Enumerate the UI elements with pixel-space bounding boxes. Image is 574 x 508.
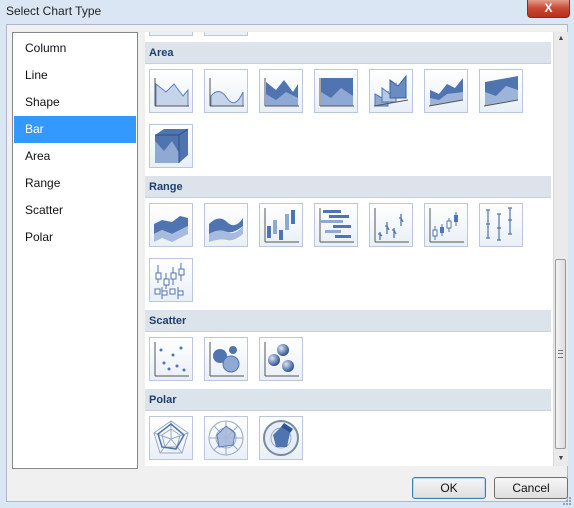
close-button[interactable]: X bbox=[527, 0, 570, 18]
category-item-bar[interactable]: Bar bbox=[14, 116, 136, 143]
resize-grip-icon[interactable] bbox=[562, 496, 572, 506]
polar-3d-chart-icon[interactable] bbox=[259, 416, 303, 460]
area-3d-chart-icon[interactable] bbox=[369, 69, 413, 113]
category-item-polar[interactable]: Polar bbox=[14, 224, 136, 251]
section-header-range: Range bbox=[145, 176, 551, 198]
chart-type-gallery: Area Range Scatter Polar bbox=[145, 32, 553, 466]
candlestick-chart-icon[interactable] bbox=[424, 203, 468, 247]
category-item-scatter[interactable]: Scatter bbox=[14, 197, 136, 224]
box-plot-chart-icon[interactable] bbox=[149, 258, 193, 302]
scroll-down-icon[interactable]: ▼ bbox=[554, 452, 568, 466]
category-item-range[interactable]: Range bbox=[14, 170, 136, 197]
stacked-area-3d-chart-icon[interactable] bbox=[424, 69, 468, 113]
point-chart-icon[interactable] bbox=[149, 337, 193, 381]
full-area-3d-chart-icon[interactable] bbox=[149, 124, 193, 168]
grip-icon bbox=[558, 350, 563, 358]
scroll-thumb[interactable] bbox=[555, 259, 566, 449]
window-title: Select Chart Type bbox=[6, 4, 102, 18]
chart-category-list[interactable]: Column Line Shape Bar Area Range Scatter… bbox=[12, 32, 138, 469]
section-header-area: Area bbox=[145, 42, 551, 64]
scrolled-thumb[interactable] bbox=[204, 32, 248, 36]
category-item-shape[interactable]: Shape bbox=[14, 89, 136, 116]
stacked-area-100-chart-icon[interactable] bbox=[314, 69, 358, 113]
smooth-range-area-chart-icon[interactable] bbox=[204, 203, 248, 247]
polar-chart-icon[interactable] bbox=[204, 416, 248, 460]
gallery-scrollbar[interactable]: ▲ ▼ bbox=[553, 32, 568, 466]
range-column-chart-icon[interactable] bbox=[259, 203, 303, 247]
title-bar: Select Chart Type X bbox=[0, 0, 574, 24]
stacked-area-chart-icon[interactable] bbox=[259, 69, 303, 113]
scrolled-thumb[interactable] bbox=[149, 32, 193, 36]
category-item-line[interactable]: Line bbox=[14, 62, 136, 89]
range-bar-chart-icon[interactable] bbox=[314, 203, 358, 247]
stacked-area-100-3d-chart-icon[interactable] bbox=[479, 69, 523, 113]
category-item-area[interactable]: Area bbox=[14, 143, 136, 170]
smooth-area-chart-icon[interactable] bbox=[204, 69, 248, 113]
section-header-scatter: Scatter bbox=[145, 310, 551, 332]
bubble-chart-icon[interactable] bbox=[204, 337, 248, 381]
range-area-chart-icon[interactable] bbox=[149, 203, 193, 247]
category-item-column[interactable]: Column bbox=[14, 35, 136, 62]
radar-chart-icon[interactable] bbox=[149, 416, 193, 460]
section-header-polar: Polar bbox=[145, 389, 551, 411]
scroll-up-icon[interactable]: ▲ bbox=[554, 32, 568, 46]
error-bar-chart-icon[interactable] bbox=[479, 203, 523, 247]
ok-button[interactable]: OK bbox=[412, 477, 486, 499]
area-chart-icon[interactable] bbox=[149, 69, 193, 113]
cancel-button[interactable]: Cancel bbox=[494, 477, 568, 499]
stock-chart-icon[interactable] bbox=[369, 203, 413, 247]
bubble-3d-chart-icon[interactable] bbox=[259, 337, 303, 381]
